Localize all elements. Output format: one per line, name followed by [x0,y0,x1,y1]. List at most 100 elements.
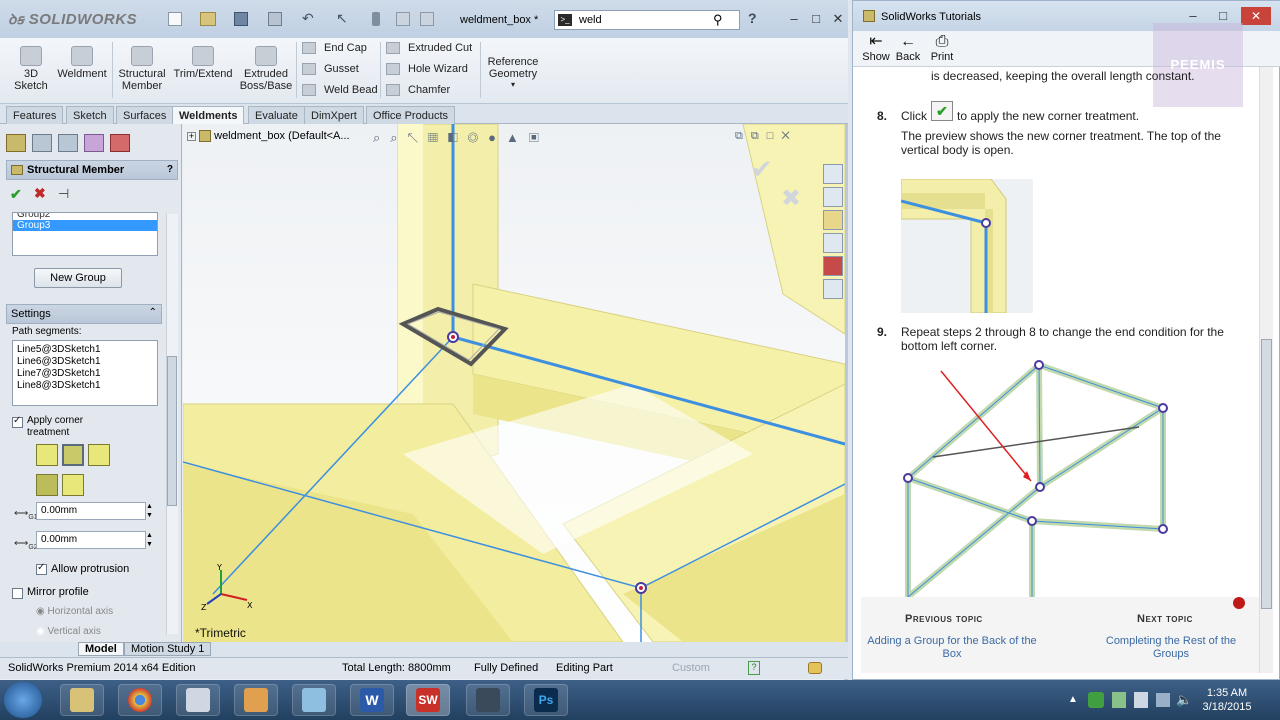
g2-spinner[interactable]: ▲ ▼ [146,531,153,549]
list-item[interactable]: Line7@3DSketch1 [17,368,153,380]
chamfer-button[interactable]: Chamfer [386,84,450,97]
calculator-taskbar-button[interactable] [176,684,220,716]
section-view-icon[interactable]: ▦ [428,130,448,145]
show-hidden-icons[interactable]: ▲ [1068,694,1078,705]
pushpin-icon[interactable]: ⊣ [58,186,69,202]
paint-taskbar-button[interactable] [234,684,278,716]
display-manager-icon[interactable] [110,134,130,152]
undo-icon[interactable]: ↶ [302,10,314,27]
next-topic-link[interactable]: Completing the Rest of the Groups [1091,635,1251,661]
trim-order-icon[interactable] [36,474,58,496]
checkbox[interactable] [12,415,23,428]
extruded-boss-button[interactable]: Extruded Boss/Base [238,46,294,92]
structural-member-button[interactable]: Structural Member [116,46,168,92]
tile-icon[interactable]: ⧉ [751,130,767,142]
dimxpert-manager-icon[interactable] [84,134,104,152]
gap-g1-input[interactable]: 0.00mm [36,502,146,520]
back-button[interactable]: ← Back [893,33,923,63]
zoom-area-icon[interactable]: ⌕ [390,130,407,145]
show-button[interactable]: ⇤ Show [861,33,891,63]
weld-bead-button[interactable]: Weld Bead [302,84,378,97]
list-item[interactable]: Line6@3DSketch1 [17,356,153,368]
tab-evaluate[interactable]: Evaluate [248,106,305,124]
save-taskbar-button[interactable] [466,684,510,716]
photoshop-taskbar-button[interactable]: Ps [524,684,568,716]
pm-scrollbar[interactable] [166,214,178,634]
search-icon[interactable]: ⚲ [713,12,723,28]
tab-features[interactable]: Features [6,106,64,124]
solidworks-taskbar-button[interactable]: SW [406,684,450,716]
custom-properties-icon[interactable] [823,279,843,299]
scroll-thumb[interactable] [1261,339,1272,609]
tab-office-products[interactable]: Office Products [366,106,455,124]
list-item[interactable]: Group2 [13,213,157,220]
end-butt2-icon[interactable] [88,444,110,466]
tab-surfaces[interactable]: Surfaces [116,106,174,124]
appearance-icon[interactable]: ▲ [506,130,529,145]
system-clock[interactable]: 1:35 AM 3/18/2015 [1192,686,1262,714]
property-manager-icon[interactable] [32,134,52,152]
allow-protrusion-checkbox[interactable] [36,562,47,575]
hide-show-icon[interactable]: ● [488,130,506,145]
collapse-icon[interactable]: ⌃ [149,307,157,318]
mirror-profile-checkbox[interactable] [12,587,23,599]
open-folder-icon[interactable] [200,12,216,26]
path-segments-list[interactable]: Line5@3DSketch1 Line6@3DSketch1 Line7@3D… [12,340,158,406]
help-icon[interactable]: ? [167,164,173,175]
tab-motion-study[interactable]: Motion Study 1 [124,642,212,656]
rebuild-icon[interactable] [372,12,380,26]
g1-spinner[interactable]: ▲ ▼ [146,502,153,520]
help-icon[interactable]: ? [748,10,757,26]
tutorial-scrollbar[interactable] [1259,67,1273,673]
groups-list[interactable]: Group2 Group3 [12,212,158,256]
view-palette-icon[interactable] [823,233,843,253]
gap-g2-input[interactable]: 0.00mm [36,531,146,549]
maximize-button[interactable]: □ [804,10,828,28]
maximize-icon[interactable]: □ [767,130,782,142]
print-button[interactable]: ⎙ Print [927,33,957,63]
gusset-button[interactable]: Gusset [302,63,359,76]
end-butt1-icon[interactable] [62,444,84,466]
ok-button[interactable]: ✔ [10,186,22,203]
options-icon[interactable] [420,12,434,26]
volume-icon[interactable]: 🔈 [1176,692,1192,708]
tab-sketch[interactable]: Sketch [66,106,114,124]
tray-icon-device[interactable] [1134,692,1148,708]
feature-manager-icon[interactable] [6,134,26,152]
units-selector[interactable]: Custom [672,662,710,674]
explorer-taskbar-button[interactable] [60,684,104,716]
list-item[interactable]: Line5@3DSketch1 [17,344,153,356]
start-button[interactable] [4,682,42,718]
previous-view-icon[interactable]: ↖ [408,130,428,145]
rebuild-status-icon[interactable] [808,662,822,674]
view-settings-icon[interactable]: ▣ [529,130,549,145]
search-commands-input[interactable]: >_ weld ⚲ [554,10,740,30]
trim-option-icon[interactable] [62,474,84,496]
previous-topic-link[interactable]: Adding a Group for the Back of the Box [867,635,1037,661]
tab-dimxpert[interactable]: DimXpert [304,106,364,124]
help-status-icon[interactable]: ? [748,661,760,675]
select-arrow-icon[interactable]: ↖ [336,10,348,27]
print-icon[interactable] [268,12,282,26]
weldment-button[interactable]: Weldment [56,46,108,80]
network-icon[interactable] [1156,693,1170,707]
close-button[interactable]: ✕ [826,10,850,28]
tab-model[interactable]: Model [78,642,124,656]
extruded-cut-button[interactable]: Extruded Cut [386,42,472,55]
home-icon[interactable] [823,164,843,184]
reference-geometry-button[interactable]: Reference Geometry ▾ [484,56,542,89]
tab-weldments[interactable]: Weldments [172,106,245,124]
3d-sketch-button[interactable]: 3D Sketch [8,46,54,92]
list-item-selected[interactable]: Group3 [13,220,157,231]
tray-icon-green[interactable] [1088,692,1104,708]
close-icon[interactable]: ✕ [781,130,797,142]
feature-tree-root[interactable]: + weldment_box (Default<A... [187,130,350,143]
appearances-icon[interactable] [823,256,843,276]
display-style-icon[interactable]: ◎ [468,130,488,145]
restore-icon[interactable]: ⧉ [735,130,751,142]
scroll-thumb[interactable] [167,356,177,506]
tray-icon-leaf[interactable] [1112,692,1126,708]
file-properties-icon[interactable] [396,12,410,26]
zoom-to-fit-icon[interactable]: ⌕ [373,130,390,145]
checkbox[interactable] [12,587,23,599]
